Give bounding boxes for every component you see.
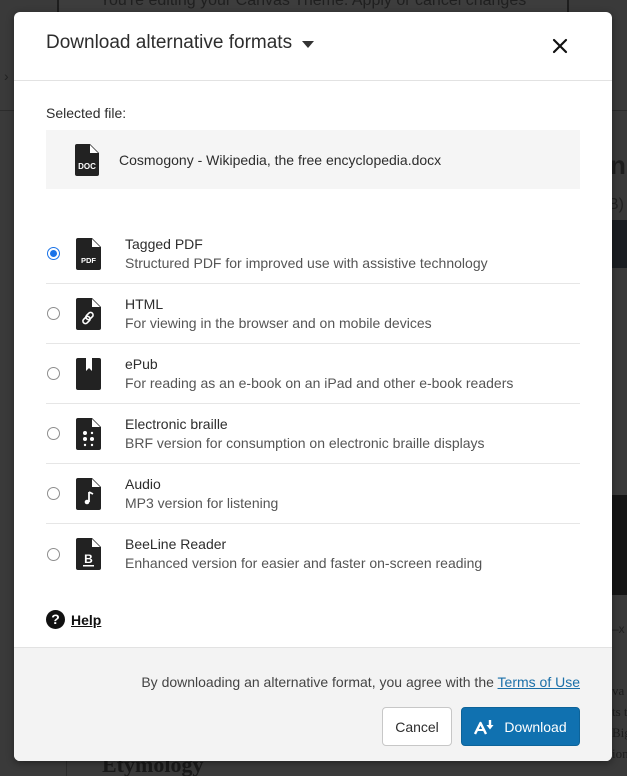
format-description: For reading as an e-book on an iPad and … bbox=[125, 374, 514, 391]
format-description: For viewing in the browser and on mobile… bbox=[125, 314, 432, 331]
html-link-file-icon bbox=[76, 297, 101, 330]
terms-of-use-link[interactable]: Terms of Use bbox=[498, 674, 580, 690]
terms-notice: By downloading an alternative format, yo… bbox=[141, 674, 580, 690]
format-option-tagged-pdf[interactable]: PDF Tagged PDF Structured PDF for improv… bbox=[46, 224, 580, 284]
format-description: Structured PDF for improved use with ass… bbox=[125, 254, 488, 271]
svg-text:DOC: DOC bbox=[78, 162, 96, 171]
format-option-audio[interactable]: Audio MP3 version for listening bbox=[46, 464, 580, 524]
format-description: MP3 version for listening bbox=[125, 494, 279, 511]
terms-prefix: By downloading an alternative format, yo… bbox=[141, 674, 494, 690]
beeline-file-icon: B bbox=[76, 538, 101, 570]
format-option-electronic-braille[interactable]: Electronic braille BRF version for consu… bbox=[46, 404, 580, 464]
close-button[interactable] bbox=[550, 36, 570, 56]
format-option-epub[interactable]: ePub For reading as an e-book on an iPad… bbox=[46, 344, 580, 404]
background-text-line: ts t bbox=[612, 704, 627, 719]
doc-file-icon: DOC bbox=[75, 143, 99, 176]
format-option-html[interactable]: HTML For viewing in the browser and on m… bbox=[46, 284, 580, 344]
cancel-button[interactable]: Cancel bbox=[382, 707, 452, 746]
braille-file-icon bbox=[76, 417, 101, 450]
format-name: BeeLine Reader bbox=[125, 536, 227, 552]
radio-audio[interactable] bbox=[47, 487, 60, 500]
radio-electronic-braille[interactable] bbox=[47, 427, 60, 440]
chevron-right-icon: › bbox=[4, 68, 9, 84]
caret-down-icon bbox=[302, 40, 315, 48]
format-description: BRF version for consumption on electroni… bbox=[125, 434, 485, 451]
selected-file-label: Selected file: bbox=[46, 105, 127, 121]
format-options-list: PDF Tagged PDF Structured PDF for improv… bbox=[46, 224, 580, 584]
format-name: ePub bbox=[125, 355, 158, 372]
svg-text:PDF: PDF bbox=[81, 256, 96, 265]
pdf-file-icon: PDF bbox=[76, 237, 101, 270]
format-name: Electronic braille bbox=[125, 415, 228, 432]
radio-epub[interactable] bbox=[47, 367, 60, 380]
audio-file-icon bbox=[76, 477, 101, 510]
help-link[interactable]: Help bbox=[71, 612, 101, 628]
radio-tagged-pdf[interactable] bbox=[47, 247, 60, 260]
background-x-fragment: –x bbox=[612, 622, 625, 636]
background-dark-bar bbox=[612, 220, 627, 268]
download-label: Download bbox=[504, 718, 567, 735]
radio-beeline-reader[interactable] bbox=[47, 547, 60, 561]
background-text-line: ion bbox=[612, 746, 627, 761]
dialog-body: Selected file: DOC Cosmogony - Wikipedia… bbox=[14, 81, 612, 629]
dialog-footer: By downloading an alternative format, yo… bbox=[14, 647, 612, 761]
selected-file-box: DOC Cosmogony - Wikipedia, the free ency… bbox=[46, 130, 580, 189]
dialog-title-dropdown[interactable]: Download alternative formats bbox=[46, 32, 315, 54]
background-title-fragment: n.c bbox=[610, 150, 627, 180]
cancel-label: Cancel bbox=[395, 718, 439, 735]
format-name: Audio bbox=[125, 475, 161, 492]
download-format-icon bbox=[474, 719, 494, 735]
download-alternative-formats-dialog: Download alternative formats Selected fi… bbox=[14, 12, 612, 761]
download-button[interactable]: Download bbox=[461, 707, 580, 746]
epub-book-icon bbox=[76, 357, 101, 390]
background-text-fragments: va ts t Big ion bbox=[612, 680, 627, 764]
radio-html[interactable] bbox=[47, 307, 60, 320]
close-icon bbox=[552, 38, 568, 54]
help-question-icon: ? bbox=[46, 610, 65, 629]
help-section: ? Help bbox=[46, 610, 580, 629]
svg-text:B: B bbox=[84, 552, 93, 566]
background-image bbox=[612, 495, 627, 595]
format-description: Enhanced version for easier and faster o… bbox=[125, 555, 483, 571]
format-name: Tagged PDF bbox=[125, 235, 203, 252]
dialog-header: Download alternative formats bbox=[14, 12, 612, 81]
background-text-line: Big bbox=[612, 725, 627, 740]
selected-file-name: Cosmogony - Wikipedia, the free encyclop… bbox=[119, 151, 442, 168]
format-name: HTML bbox=[125, 295, 164, 312]
format-option-beeline-reader[interactable]: B BeeLine Reader Enhanced version for ea… bbox=[46, 524, 580, 584]
dialog-title: Download alternative formats bbox=[46, 32, 293, 53]
background-text-line: va bbox=[612, 683, 625, 698]
